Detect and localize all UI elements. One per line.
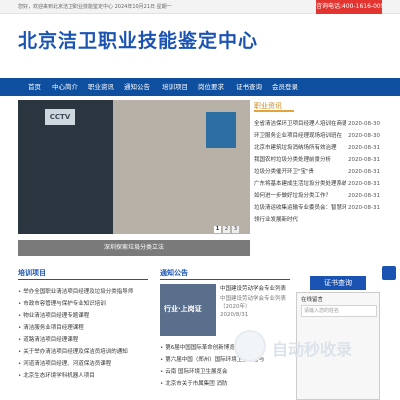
training-item[interactable]: 道路清洁项目经理课程: [18, 334, 148, 346]
news-item[interactable]: 垃圾分类催开环卫"宝"贵 2020-08-31: [254, 166, 380, 178]
news-item[interactable]: 我国农村垃圾分类处理前景分析 2020-08-31: [254, 154, 380, 166]
nav-item-news[interactable]: 职业资讯: [88, 78, 114, 96]
news-item[interactable]: 环卫服务企业项目经理现场培训班在 2020-08-30: [254, 130, 380, 142]
notice-feature-sub: 中国建设劳动学会专业列表（2020年）: [220, 296, 287, 310]
news-date: 2020-08-31: [346, 202, 380, 214]
news-title: 广东将基本建成生活垃圾分类处理系统: [254, 181, 348, 187]
slider-page-3[interactable]: 3: [232, 226, 239, 233]
training-list: 举办全国职业清洁项目经理及垃圾分类指导师 市政市容管理与保护专业知识培训 物业清…: [18, 286, 148, 382]
notice-image[interactable]: 行业·上岗证: [160, 284, 216, 336]
news-item[interactable]: 垃圾清运收集运输专业委员会：智慧环卫引 2020-08-31: [254, 202, 380, 214]
notice-item[interactable]: 云南 国际环境卫生展览会: [160, 366, 290, 378]
news-title: 领行业发展新时代: [254, 217, 299, 223]
training-item[interactable]: 举办全国职业清洁项目经理及垃圾分类指导师: [18, 286, 148, 298]
slider-pagination: 1 2 3: [18, 225, 250, 234]
nav-item-login[interactable]: 会员登录: [272, 78, 298, 96]
training-projects-title: 培训项目: [18, 266, 148, 280]
hotline-button[interactable]: 咨询电话:400-1616-005: [316, 0, 382, 14]
cctv-logo: CCTV: [45, 109, 75, 125]
main-nav: 首页 中心简介 职业资讯 通知公告 培训项目 岗位要求 证书查询 会员登录: [0, 78, 400, 96]
site-title: 北京洁卫职业技能鉴定中心: [18, 30, 259, 52]
news-title: 垃圾清运收集运输专业委员会：智慧环卫引: [254, 205, 359, 211]
training-item[interactable]: 物业清洁项目经理专题课程: [18, 310, 148, 322]
news-item[interactable]: 广东将基本建成生活垃圾分类处理系统 2020-08-31: [254, 178, 380, 190]
notice-item[interactable]: 北京市关于市属集团 消防: [160, 378, 290, 390]
news-title: 垃圾分类催开环卫"宝"贵: [254, 169, 315, 175]
news-item[interactable]: 北京市建筑垃圾消纳场所有效治理 2020-08-31: [254, 142, 380, 154]
certificate-query-button[interactable]: 证书查询: [310, 276, 366, 290]
news-title: 环卫服务企业项目经理现场培训班在: [254, 133, 343, 139]
nav-item-notice[interactable]: 通知公告: [124, 78, 150, 96]
news-tab[interactable]: 职业资讯: [254, 100, 294, 112]
news-item[interactable]: 全省清洁保环卫项目经理人培训在商德举办 2020-08-30: [254, 118, 380, 130]
news-date: 2020-08-30: [346, 130, 380, 142]
nav-item-home[interactable]: 首页: [28, 78, 41, 96]
notice-feature[interactable]: 中国建设劳动学会专业列表 中国建设劳动学会专业列表（2020年） 2020/8/…: [220, 284, 290, 320]
nav-item-certificate[interactable]: 证书查询: [236, 78, 262, 96]
training-item[interactable]: 清洁服务业项目经理课程: [18, 322, 148, 334]
training-item[interactable]: 市政市容管理与保护专业知识培训: [18, 298, 148, 310]
news-item[interactable]: 领行业发展新时代: [254, 214, 380, 226]
notice-feature-title: 中国建设劳动学会专业列表: [220, 286, 287, 292]
name-input[interactable]: 请输入您的姓名: [301, 305, 377, 317]
watermark-icon: [234, 330, 266, 362]
notice-image-text: 行业·上岗证: [164, 305, 202, 313]
news-title: 我国农村垃圾分类处理前景分析: [254, 157, 332, 163]
news-date: 2020-08-31: [346, 190, 380, 202]
news-date: 2020-08-30: [346, 118, 380, 130]
notice-feature-date: 2020/8/31: [220, 312, 249, 318]
news-item[interactable]: 如何进一步做好垃圾分类工作？ 2020-08-31: [254, 190, 380, 202]
training-item[interactable]: 河道清洁项目经理、河道保洁员课程: [18, 358, 148, 370]
training-item[interactable]: 北京生态环境学科机器人项目: [18, 370, 148, 382]
news-list: 全省清洁保环卫项目经理人培训在商德举办 2020-08-30 环卫服务企业项目经理…: [254, 118, 380, 226]
nav-item-training[interactable]: 培训项目: [162, 78, 188, 96]
slide-poster: [206, 112, 236, 148]
top-bar: 您好，欢迎来到北京洁卫职业技能鉴定中心 2024年10月21日 星期一 咨询电话…: [0, 0, 400, 14]
slider-page-2[interactable]: 2: [223, 226, 230, 233]
slide-caption[interactable]: 深圳探索垃圾分类立法: [18, 240, 250, 256]
watermark-text: 自动秒收录: [272, 340, 353, 359]
watermark: 自动秒收录: [234, 330, 362, 362]
training-projects-panel: 培训项目 举办全国职业清洁项目经理及垃圾分类指导师 市政市容管理与保护专业知识培…: [18, 266, 148, 400]
float-action-button[interactable]: [382, 266, 396, 280]
image-slider[interactable]: CCTV 1 2 3: [18, 100, 250, 234]
news-date: 2020-08-31: [346, 154, 380, 166]
news-date: 2020-08-31: [346, 142, 380, 154]
news-date: 2020-08-31: [346, 178, 380, 190]
news-title: 全省清洁保环卫项目经理人培训在商德举办: [254, 121, 359, 127]
nav-item-about[interactable]: 中心简介: [52, 78, 78, 96]
news-panel: 职业资讯 全省清洁保环卫项目经理人培训在商德举办 2020-08-30 环卫服务企…: [254, 100, 380, 258]
notices-title: 通知公告: [160, 266, 290, 280]
news-title: 如何进一步做好垃圾分类工作？: [254, 193, 332, 199]
training-item[interactable]: 关于举办清洁项目经理及保洁员培训的通知: [18, 346, 148, 358]
slider-page-1[interactable]: 1: [214, 226, 221, 233]
greeting-text: 您好，欢迎来到北京洁卫职业技能鉴定中心 2024年10月21日 星期一: [18, 4, 172, 10]
nav-item-requirements[interactable]: 岗位要求: [198, 78, 224, 96]
message-title: 在线留言: [301, 297, 324, 303]
news-title: 北京市建筑垃圾消纳场所有效治理: [254, 145, 337, 151]
news-date: 2020-08-31: [346, 166, 380, 178]
